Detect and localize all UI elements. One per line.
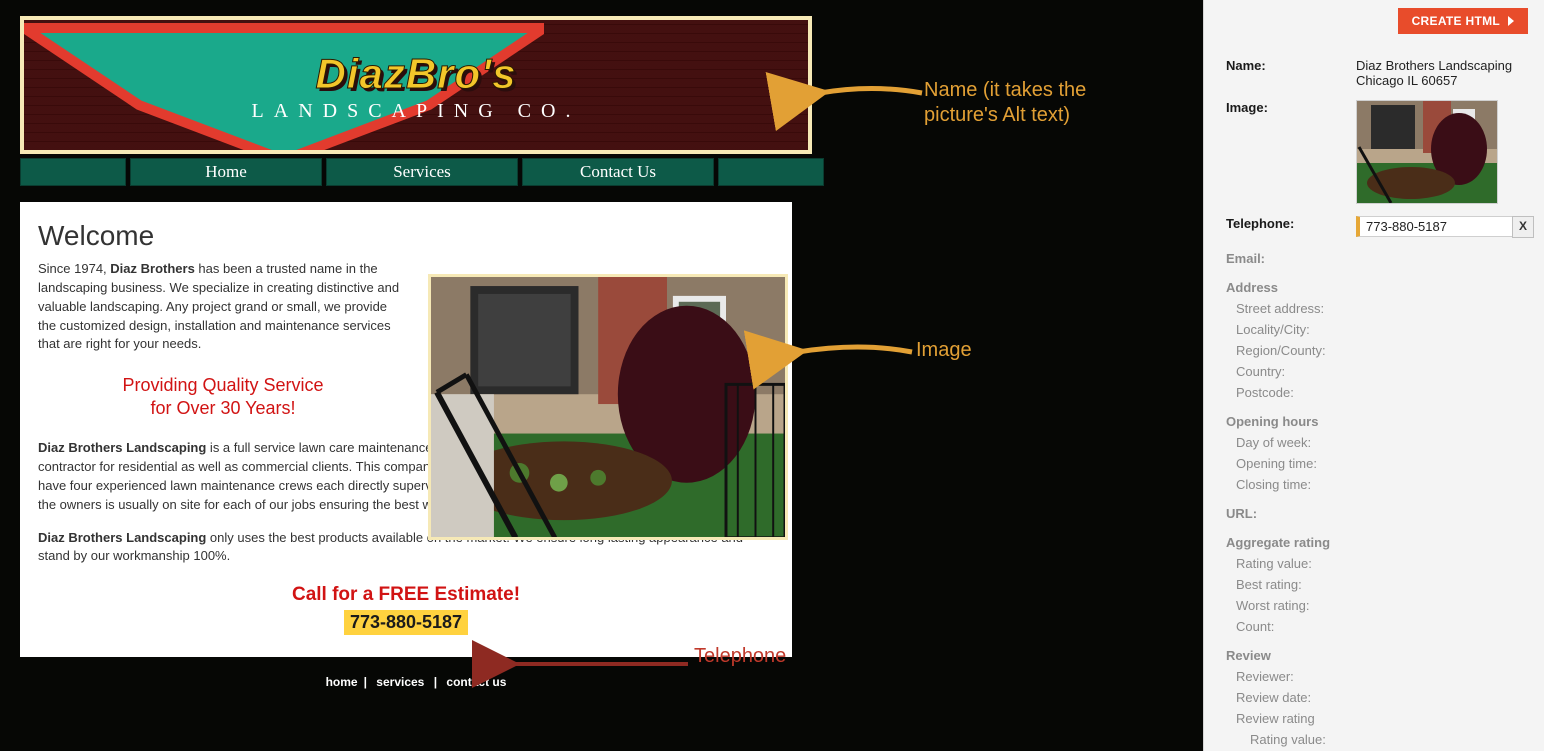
annotation-name: Name (it takes the picture's Alt text): [924, 78, 1144, 128]
section-address: Address: [1226, 280, 1534, 295]
phone-number: 773-880-5187: [344, 610, 468, 635]
image-thumbnail: [1356, 100, 1498, 204]
footer-contact[interactable]: contact us: [446, 675, 506, 689]
content-image: [428, 274, 788, 540]
footer-sep: |: [364, 675, 367, 689]
field-country: Country:: [1236, 364, 1534, 379]
brand-subtitle: LANDSCAPING CO.: [24, 100, 808, 123]
field-name: Name: Diaz Brothers Landscaping Chicago …: [1226, 58, 1534, 88]
telephone-label: Telephone:: [1226, 216, 1356, 231]
cta-text: Call for a FREE Estimate!: [38, 584, 774, 606]
banner-text: DiazBro's LANDSCAPING CO.: [24, 50, 808, 123]
image-label: Image:: [1226, 100, 1356, 115]
tagline: Providing Quality Service for Over 30 Ye…: [38, 374, 408, 419]
field-url: URL:: [1226, 506, 1534, 521]
arrow-name-icon: [812, 78, 924, 108]
field-rr-value: Rating value:: [1250, 732, 1534, 747]
field-street: Street address:: [1236, 301, 1534, 316]
chevron-right-icon: [1506, 16, 1516, 26]
footer-services[interactable]: services: [376, 675, 424, 689]
field-worst-rating: Worst rating:: [1236, 598, 1534, 613]
annotation-telephone: Telephone: [694, 644, 786, 669]
field-review-rating: Review rating: [1236, 711, 1534, 726]
field-rating-value: Rating value:: [1236, 556, 1534, 571]
section-hours: Opening hours: [1226, 414, 1534, 429]
banner: DiazBro's LANDSCAPING CO.: [20, 16, 812, 154]
tagline-line2: for Over 30 Years!: [38, 397, 408, 420]
telephone-value: 773-880-5187: [1366, 219, 1447, 234]
section-review: Review: [1226, 648, 1534, 663]
field-email: Email:: [1226, 251, 1534, 266]
body3-strong: Diaz Brothers Landscaping: [38, 530, 206, 545]
page-title: Welcome: [38, 220, 774, 252]
intro-paragraph: Since 1974, Diaz Brothers has been a tru…: [38, 260, 408, 419]
field-best-rating: Best rating:: [1236, 577, 1534, 592]
section-aggregate: Aggregate rating: [1226, 535, 1534, 550]
tagline-line1: Providing Quality Service: [38, 374, 408, 397]
annotation-image: Image: [916, 338, 972, 363]
field-reviewer: Reviewer:: [1236, 669, 1534, 684]
name-label: Name:: [1226, 58, 1356, 73]
field-count: Count:: [1236, 619, 1534, 634]
field-review-date: Review date:: [1236, 690, 1534, 705]
nav-spacer: [20, 158, 126, 186]
nav-services[interactable]: Services: [326, 158, 518, 186]
nav-spacer: [718, 158, 824, 186]
footer-nav: home | services | contact us: [20, 675, 812, 689]
telephone-input[interactable]: 773-880-5187 X: [1356, 216, 1534, 237]
brand-name: DiazBro's: [24, 50, 808, 98]
field-postcode: Postcode:: [1236, 385, 1534, 400]
footer-home[interactable]: home: [326, 675, 358, 689]
name-value: Diaz Brothers Landscaping Chicago IL 606…: [1356, 58, 1534, 88]
field-close: Closing time:: [1236, 477, 1534, 492]
field-telephone: Telephone: 773-880-5187 X: [1226, 216, 1534, 237]
main-nav: Home Services Contact Us: [20, 158, 812, 186]
footer-sep: |: [434, 675, 437, 689]
field-dow: Day of week:: [1236, 435, 1534, 450]
intro-strong: Diaz Brothers: [110, 261, 195, 276]
field-open: Opening time:: [1236, 456, 1534, 471]
intro-prefix: Since 1974,: [38, 261, 110, 276]
arrow-image-icon: [790, 338, 914, 366]
cta: Call for a FREE Estimate! 773-880-5187: [38, 584, 774, 635]
field-region: Region/County:: [1236, 343, 1534, 358]
create-html-button[interactable]: CREATE HTML: [1398, 8, 1528, 34]
field-locality: Locality/City:: [1236, 322, 1534, 337]
schema-panel: CREATE HTML Name: Diaz Brothers Landscap…: [1203, 0, 1544, 751]
arrow-telephone-icon: [504, 652, 690, 676]
field-image: Image:: [1226, 100, 1534, 204]
nav-home[interactable]: Home: [130, 158, 322, 186]
nav-contact[interactable]: Contact Us: [522, 158, 714, 186]
body2-strong: Diaz Brothers Landscaping: [38, 440, 206, 455]
create-html-label: CREATE HTML: [1412, 14, 1500, 28]
clear-telephone-button[interactable]: X: [1512, 216, 1534, 238]
